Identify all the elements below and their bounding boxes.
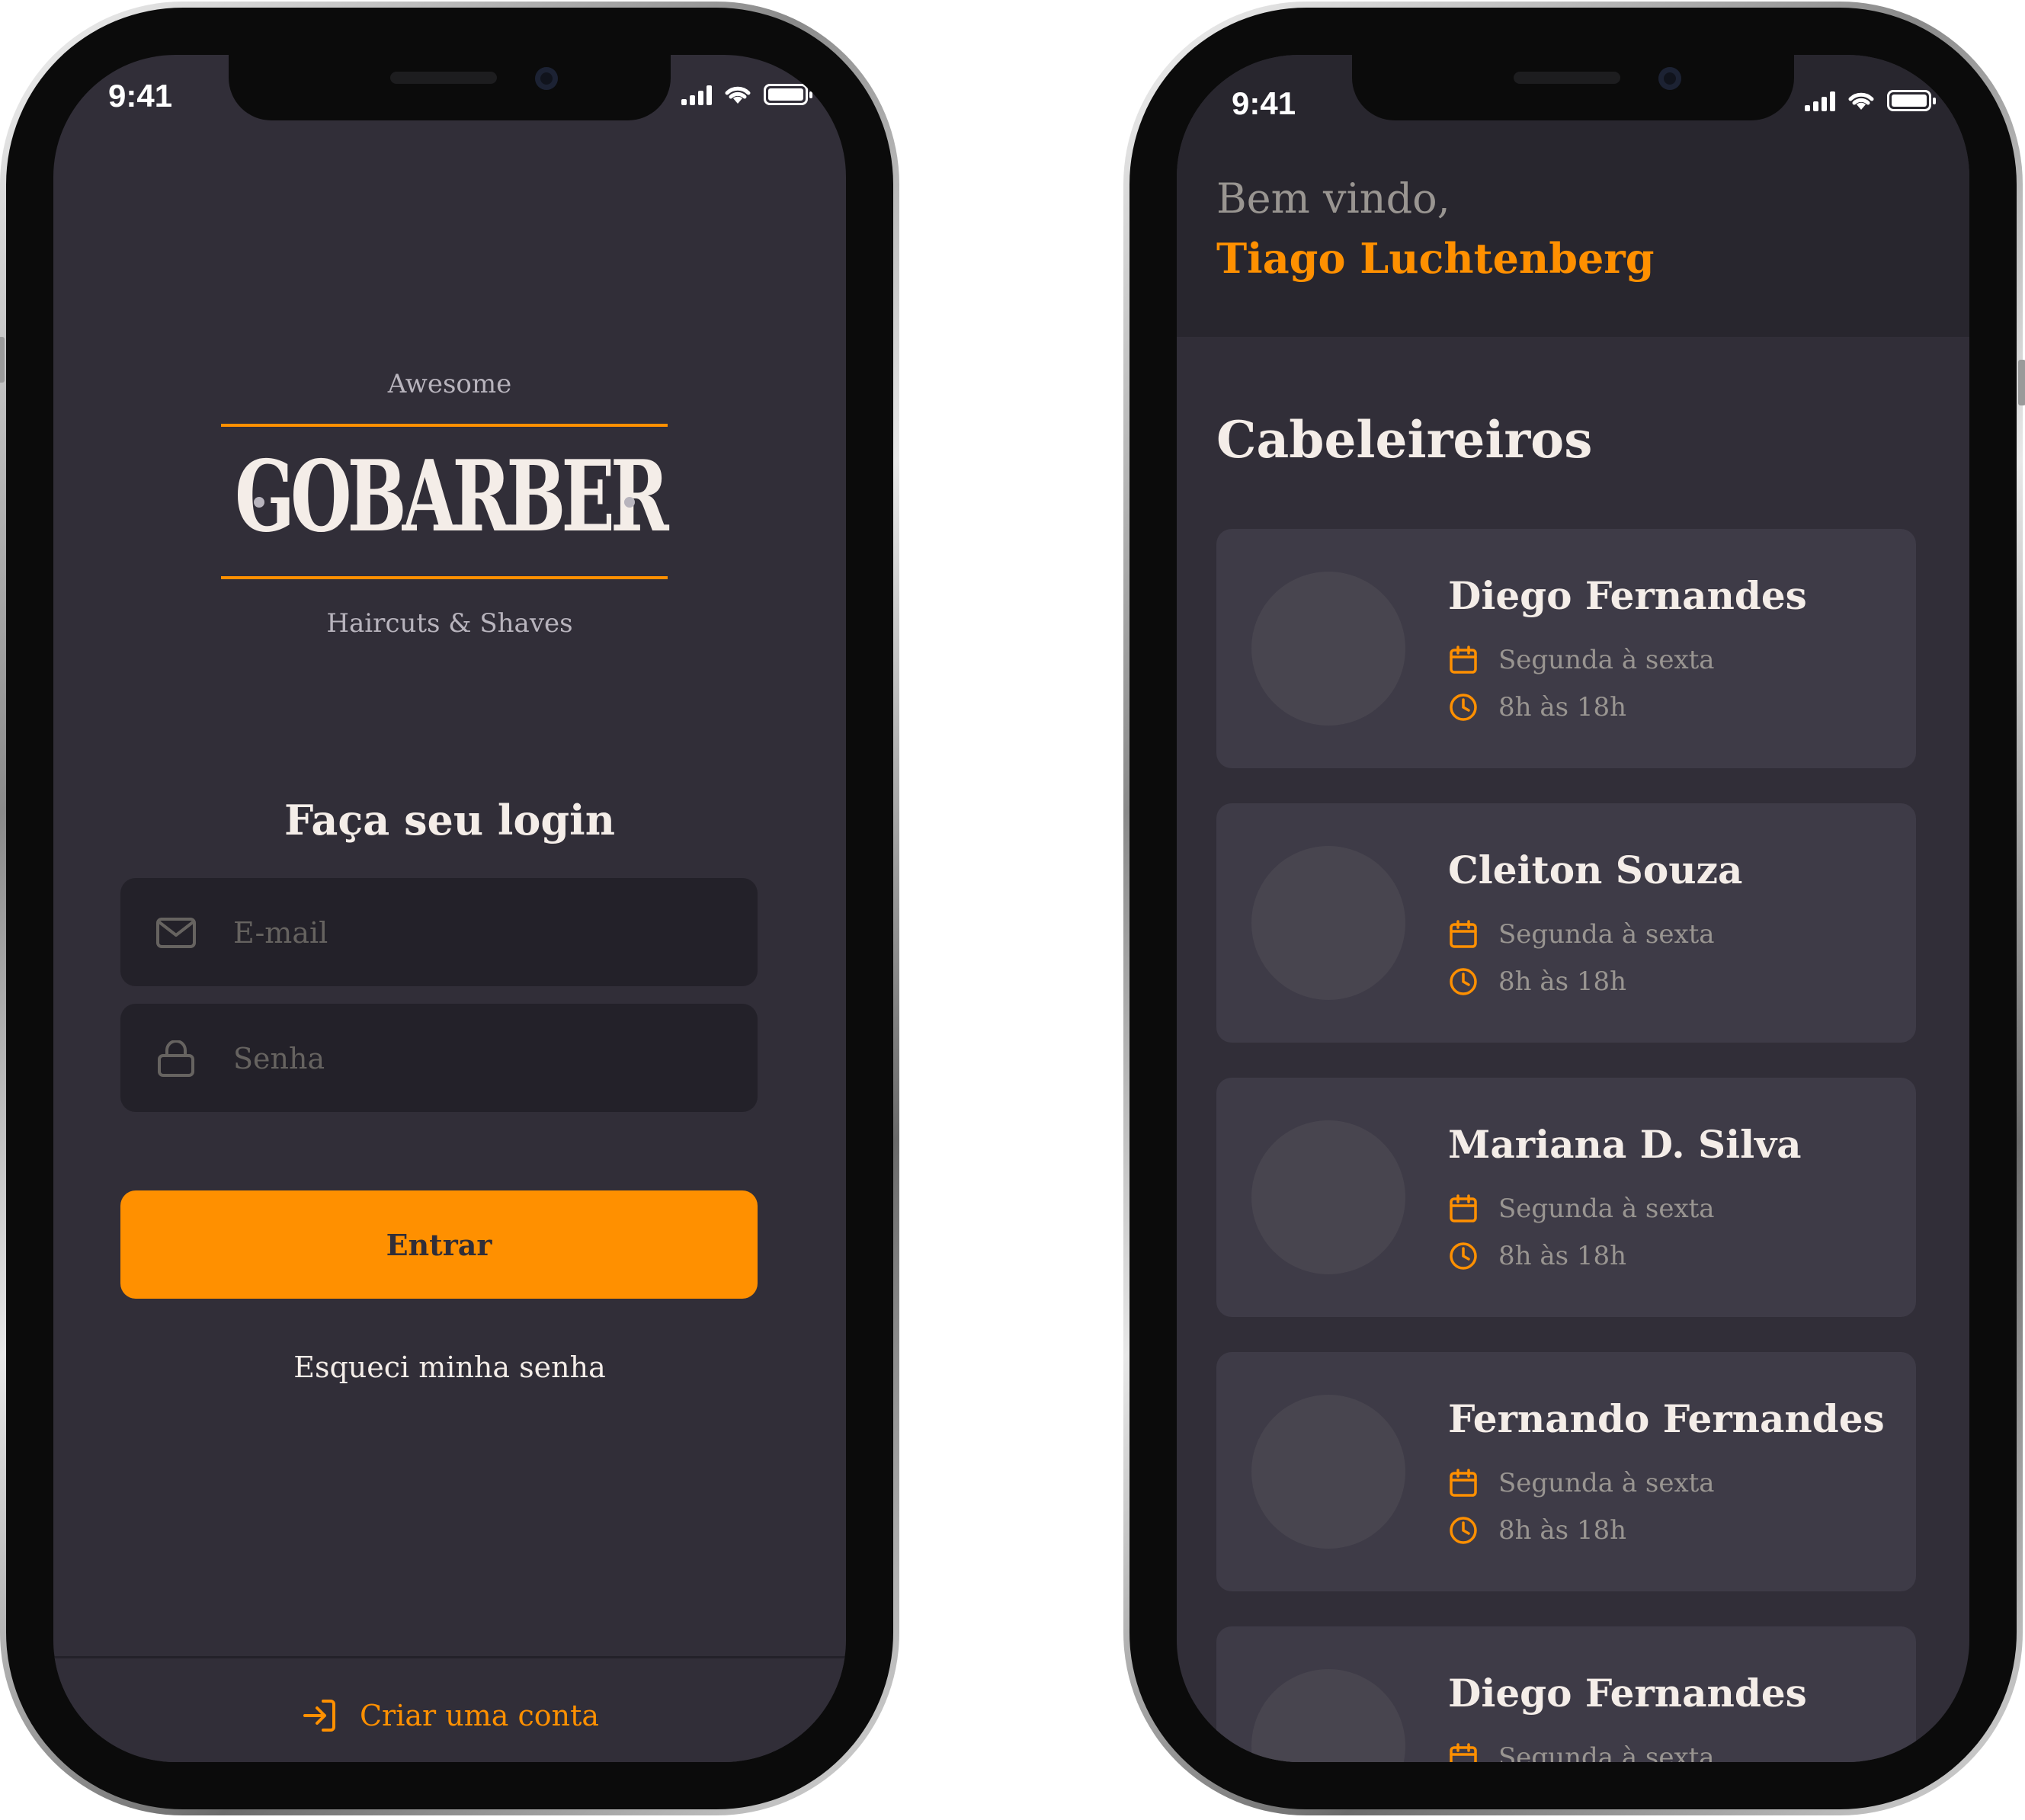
email-field[interactable] xyxy=(120,878,758,988)
provider-days: Segunda à sexta xyxy=(1448,919,1715,950)
logo-wordmark: GOBARBER xyxy=(235,440,668,554)
logo-line-bottom xyxy=(221,576,668,579)
provider-card[interactable]: Diego Fernandes Segunda à sexta 8h às 18… xyxy=(1216,529,1916,768)
avatar xyxy=(1251,1669,1405,1762)
footer-bar: Criar uma conta xyxy=(53,1656,846,1762)
avatar xyxy=(1251,1395,1405,1549)
status-bar: 9:41 xyxy=(1177,70,1969,123)
provider-hours: 8h às 18h xyxy=(1448,966,1626,997)
mail-icon xyxy=(156,918,196,948)
logo-tagline-top: Awesome xyxy=(387,369,512,399)
logo-tagline-bottom: Haircuts & Shaves xyxy=(326,608,573,639)
create-account-link[interactable]: Criar uma conta xyxy=(53,1697,846,1735)
provider-name: Cleiton Souza xyxy=(1448,848,1743,892)
provider-card[interactable]: Diego Fernandes Segunda à sexta xyxy=(1216,1626,1916,1762)
password-input[interactable] xyxy=(232,1004,723,1113)
calendar-icon xyxy=(1450,920,1477,948)
avatar xyxy=(1251,846,1405,1000)
wifi-icon xyxy=(725,86,751,104)
calendar-icon xyxy=(1450,1469,1477,1497)
clock-icon xyxy=(1450,1517,1477,1544)
logo-line-top xyxy=(221,424,668,427)
user-name[interactable]: Tiago Luchtenberg xyxy=(1216,229,1655,288)
password-field[interactable] xyxy=(120,1004,758,1113)
wifi-icon xyxy=(1848,92,1874,110)
battery-icon xyxy=(764,84,812,105)
lock-icon xyxy=(158,1040,194,1077)
provider-days: Segunda à sexta xyxy=(1448,1742,1715,1762)
logo-dot-right xyxy=(624,497,635,508)
status-bar: 9:41 xyxy=(53,70,846,123)
calendar-icon xyxy=(1450,646,1477,674)
provider-hours: 8h às 18h xyxy=(1448,1241,1626,1271)
create-account-label: Criar uma conta xyxy=(359,1699,600,1732)
login-title: Faça seu login xyxy=(284,796,615,844)
signal-icon xyxy=(1805,90,1835,111)
dashboard-screen: 9:41 Bem vindo, Tiago Luchtenberg Cabele… xyxy=(1177,55,1969,1762)
signal-icon xyxy=(681,84,712,105)
provider-days: Segunda à sexta xyxy=(1448,645,1715,675)
phone-frame-login: 9:41 Awesome GOBARBER Haircuts & Shaves … xyxy=(0,2,899,1815)
welcome-label: Bem vindo, xyxy=(1216,175,1450,223)
provider-hours: 8h às 18h xyxy=(1448,1515,1626,1546)
clock-icon xyxy=(1450,694,1477,721)
provider-name: Fernando Fernandes xyxy=(1448,1396,1885,1441)
calendar-icon xyxy=(1450,1194,1477,1222)
email-input[interactable] xyxy=(232,878,723,988)
silent-switch xyxy=(0,337,5,383)
phone-frame-dashboard: 9:41 Bem vindo, Tiago Luchtenberg Cabele… xyxy=(1123,2,2025,1815)
login-screen: 9:41 Awesome GOBARBER Haircuts & Shaves … xyxy=(53,55,846,1762)
clock-icon xyxy=(1450,968,1477,995)
provider-days: Segunda à sexta xyxy=(1448,1468,1715,1498)
login-button[interactable]: Entrar xyxy=(120,1190,758,1299)
battery-icon xyxy=(1887,90,1936,111)
avatar xyxy=(1251,572,1405,726)
provider-card[interactable]: Fernando Fernandes Segunda à sexta 8h às… xyxy=(1216,1352,1916,1591)
provider-name: Diego Fernandes xyxy=(1448,573,1807,618)
status-time: 9:41 xyxy=(1232,85,1296,121)
provider-name: Mariana D. Silva xyxy=(1448,1122,1802,1167)
clock-icon xyxy=(1450,1242,1477,1270)
provider-name: Diego Fernandes xyxy=(1448,1671,1807,1716)
log-in-icon xyxy=(303,1700,335,1732)
side-button xyxy=(2018,360,2025,405)
avatar xyxy=(1251,1120,1405,1274)
provider-days: Segunda à sexta xyxy=(1448,1194,1715,1224)
forgot-password-link[interactable]: Esqueci minha senha xyxy=(53,1351,846,1384)
calendar-icon xyxy=(1450,1743,1477,1762)
provider-card[interactable]: Mariana D. Silva Segunda à sexta 8h às 1… xyxy=(1216,1078,1916,1317)
welcome-text: Bem vindo, Tiago Luchtenberg xyxy=(1216,169,1655,288)
section-title: Cabeleireiros xyxy=(1216,410,1593,469)
provider-hours: 8h às 18h xyxy=(1448,692,1626,723)
provider-card[interactable]: Cleiton Souza Segunda à sexta 8h às 18h xyxy=(1216,803,1916,1043)
status-time: 9:41 xyxy=(108,78,173,114)
